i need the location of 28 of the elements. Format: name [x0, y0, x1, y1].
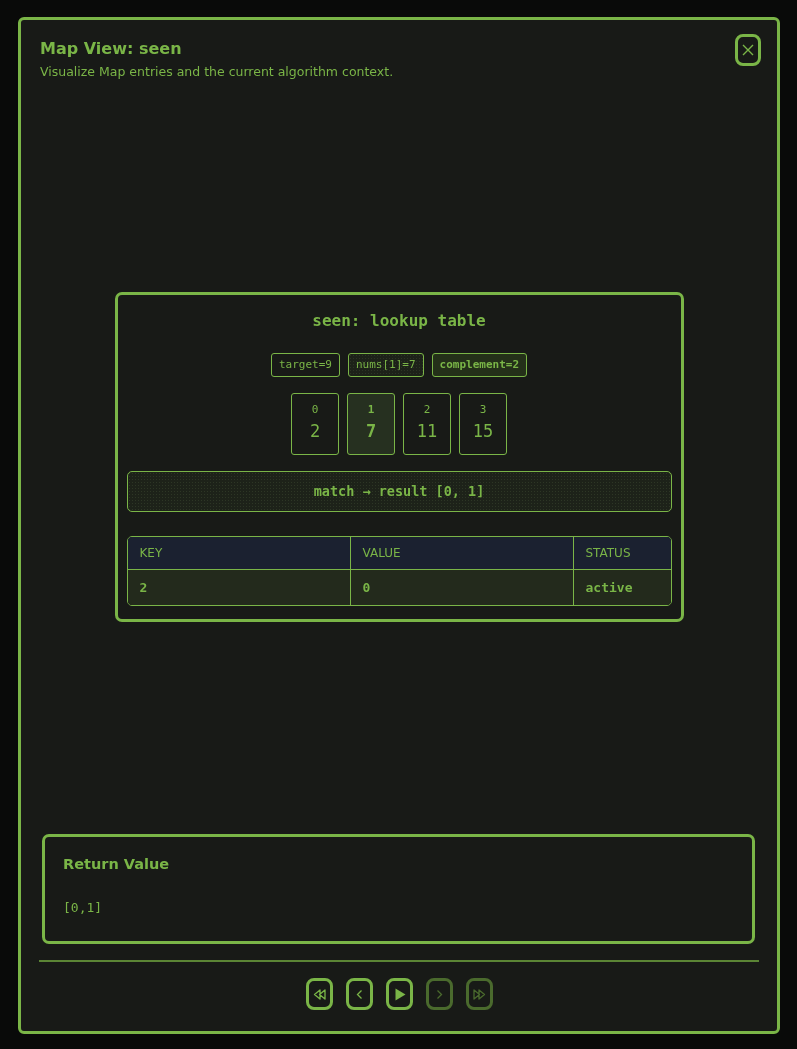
variable-chip: complement=2 — [431, 353, 528, 377]
match-banner: match → result [0, 1] — [126, 471, 672, 512]
previous-step-button[interactable] — [345, 978, 373, 1010]
table-header-cell: VALUE — [350, 537, 574, 570]
return-value-title: Return Value — [63, 855, 171, 874]
dialog-title: Map View: seen — [40, 39, 183, 59]
table-header-cell: KEY — [127, 537, 351, 570]
close-icon — [742, 44, 754, 56]
array-index: 2 — [423, 403, 431, 417]
table-cell: active — [573, 570, 671, 605]
array-index: 1 — [367, 403, 375, 417]
array-value: 11 — [416, 420, 438, 443]
table-cell: 2 — [127, 570, 351, 605]
return-value-text: [0,1] — [63, 899, 104, 916]
dialog-subtitle: Visualize Map entries and the current algorithm context. — [40, 64, 394, 80]
variable-chip: nums[1]=7 — [347, 353, 424, 377]
first-step-button[interactable] — [305, 978, 333, 1010]
play-button[interactable] — [385, 978, 413, 1010]
card-title: seen: lookup table — [311, 311, 487, 331]
array-index: 0 — [311, 403, 319, 417]
close-button[interactable] — [735, 34, 761, 66]
table-header-cell: STATUS — [573, 537, 671, 570]
table-cell: 0 — [350, 570, 574, 605]
array-value: 2 — [309, 420, 321, 443]
array-value: 15 — [472, 420, 494, 443]
variable-chip: target=9 — [270, 353, 340, 377]
array-value: 7 — [365, 420, 377, 443]
array-index: 3 — [479, 403, 487, 417]
